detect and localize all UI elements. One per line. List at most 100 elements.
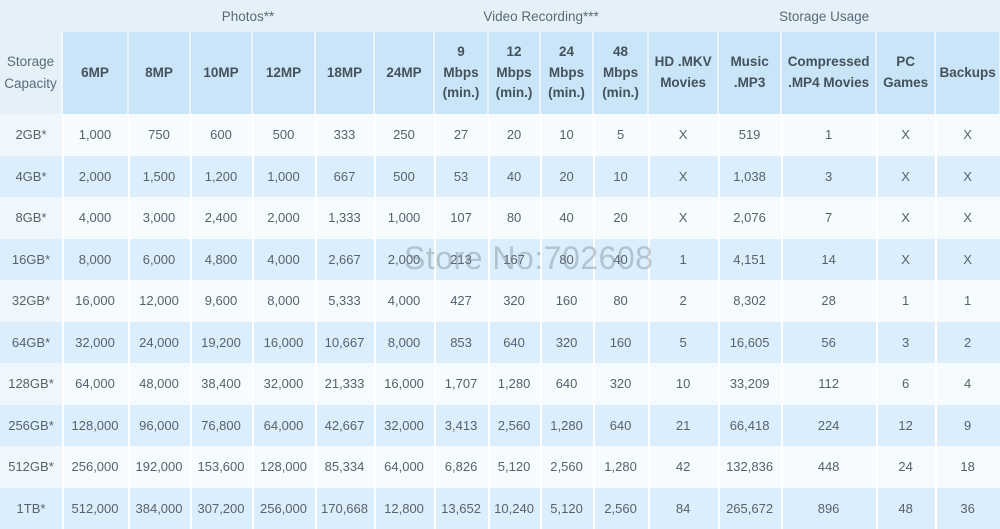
cell-12mp: 256,000 bbox=[252, 487, 315, 529]
cell-mp4: 1 bbox=[781, 114, 877, 156]
cell-backups: X bbox=[935, 114, 1000, 156]
cell-18mp: 21,333 bbox=[315, 363, 374, 405]
col-mp3-line1: Music bbox=[730, 54, 769, 70]
cell-8mp: 1,500 bbox=[128, 155, 190, 197]
table-row: 64GB* 32,000 24,000 19,200 16,000 10,667 8,000… bbox=[0, 321, 1000, 363]
cell-48mbps: 320 bbox=[593, 363, 649, 405]
cell-9mbps: 427 bbox=[434, 280, 489, 322]
cell-12mbps: 320 bbox=[488, 280, 541, 322]
table-head: Photos** Video Recording*** Storage Usag… bbox=[0, 0, 1000, 114]
cell-9mbps: 853 bbox=[434, 321, 489, 363]
group-header-blank bbox=[0, 0, 62, 32]
group-header-row: Photos** Video Recording*** Storage Usag… bbox=[0, 0, 1000, 32]
cell-pcgames: 48 bbox=[876, 487, 936, 529]
cell-24mp: 12,800 bbox=[374, 487, 435, 529]
cell-24mbps: 40 bbox=[540, 197, 594, 239]
col-12mbps-line3: (min.) bbox=[495, 85, 533, 101]
cell-mp3: 33,209 bbox=[718, 363, 782, 405]
cell-mp4: 448 bbox=[781, 446, 877, 488]
col-mkv-line2: Movies bbox=[660, 75, 706, 90]
column-header-compressed-mp4-movies: Compressed .MP4 Movies bbox=[780, 32, 878, 114]
col-24mp-line1: 24MP bbox=[386, 64, 422, 80]
cell-mp3: 2,076 bbox=[718, 197, 782, 239]
cell-24mbps: 20 bbox=[540, 155, 594, 197]
cell-mp4: 224 bbox=[781, 404, 877, 446]
cell-12mp: 2,000 bbox=[252, 197, 315, 239]
cell-10mp: 76,800 bbox=[190, 404, 252, 446]
cell-12mbps: 10,240 bbox=[488, 487, 541, 529]
cell-6mp: 16,000 bbox=[62, 280, 128, 322]
cell-48mbps: 10 bbox=[593, 155, 649, 197]
cell-18mp: 170,668 bbox=[315, 487, 374, 529]
cell-mp3: 4,151 bbox=[718, 238, 782, 280]
table-row: 16GB* 8,000 6,000 4,800 4,000 2,667 2,000 213 16… bbox=[0, 238, 1000, 280]
cell-8mp: 192,000 bbox=[128, 446, 190, 488]
cell-mp3: 8,302 bbox=[718, 280, 782, 322]
column-header-24mbps: 24 Mbps (min.) bbox=[539, 32, 595, 114]
table-body: 2GB* 1,000 750 600 500 333 250 27 20 10 5 X 519 1 X X 4G… bbox=[0, 114, 1000, 529]
cell-mp4: 896 bbox=[781, 487, 877, 529]
cell-mp3: 265,672 bbox=[718, 487, 782, 529]
cell-pcgames: X bbox=[876, 155, 936, 197]
cell-pcgames: 24 bbox=[876, 446, 936, 488]
cell-mp3: 1,038 bbox=[718, 155, 782, 197]
cell-24mbps: 10 bbox=[540, 114, 594, 156]
cell-48mbps: 2,560 bbox=[593, 487, 649, 529]
cell-8mp: 6,000 bbox=[128, 238, 190, 280]
cell-18mp: 2,667 bbox=[315, 238, 374, 280]
cell-18mp: 10,667 bbox=[315, 321, 374, 363]
column-header-12mbps: 12 Mbps (min.) bbox=[487, 32, 542, 114]
cell-backups: 4 bbox=[935, 363, 1000, 405]
table-row: 4GB* 2,000 1,500 1,200 1,000 667 500 53 40 20 10 X 1… bbox=[0, 155, 1000, 197]
cell-mkv: 5 bbox=[648, 321, 719, 363]
cell-12mp: 500 bbox=[252, 114, 315, 156]
storage-capacity-line2: Capacity bbox=[4, 76, 57, 91]
col-mp4-line2: .MP4 Movies bbox=[788, 75, 870, 90]
cell-9mbps: 13,652 bbox=[434, 487, 489, 529]
col-pcgames-line1: PC bbox=[896, 54, 915, 70]
capacity-cell: 1TB* bbox=[0, 487, 62, 529]
cell-10mp: 153,600 bbox=[190, 446, 252, 488]
col-pcgames-line2: Games bbox=[883, 75, 929, 90]
cell-6mp: 4,000 bbox=[62, 197, 128, 239]
cell-12mp: 32,000 bbox=[252, 363, 315, 405]
column-header-pc-games: PC Games bbox=[875, 32, 937, 114]
cell-mp3: 16,605 bbox=[718, 321, 782, 363]
cell-9mbps: 3,413 bbox=[434, 404, 489, 446]
col-48mbps-line3: (min.) bbox=[602, 85, 639, 101]
cell-12mbps: 640 bbox=[488, 321, 541, 363]
cell-24mp: 32,000 bbox=[374, 404, 435, 446]
cell-9mbps: 27 bbox=[434, 114, 489, 156]
col-mp4-line1: Compressed bbox=[787, 54, 870, 70]
cell-24mp: 16,000 bbox=[374, 363, 435, 405]
column-header-backups: Backups bbox=[934, 32, 1000, 114]
cell-10mp: 4,800 bbox=[190, 238, 252, 280]
column-header-9mbps: 9 Mbps (min.) bbox=[433, 32, 490, 114]
cell-9mbps: 1,707 bbox=[434, 363, 489, 405]
col-9mbps-line3: (min.) bbox=[442, 85, 480, 101]
cell-24mp: 8,000 bbox=[374, 321, 435, 363]
column-header-6mp: 6MP bbox=[61, 32, 129, 114]
cell-8mp: 3,000 bbox=[128, 197, 190, 239]
cell-24mp: 2,000 bbox=[374, 238, 435, 280]
column-header-24mp: 24MP bbox=[372, 32, 436, 114]
capacity-cell: 2GB* bbox=[0, 114, 62, 156]
col-9mbps-line2: Mbps bbox=[443, 64, 479, 80]
cell-9mbps: 213 bbox=[434, 238, 489, 280]
cell-24mbps: 1,280 bbox=[540, 404, 594, 446]
cell-pcgames: X bbox=[876, 114, 936, 156]
column-header-row: Storage Capacity 6MP 8MP 10MP 12MP 18MP bbox=[0, 32, 1000, 114]
cell-12mp: 4,000 bbox=[252, 238, 315, 280]
cell-24mbps: 80 bbox=[540, 238, 594, 280]
cell-mkv: X bbox=[648, 155, 719, 197]
cell-12mbps: 40 bbox=[488, 155, 541, 197]
cell-10mp: 2,400 bbox=[190, 197, 252, 239]
column-header-music-mp3: Music .MP3 bbox=[717, 32, 783, 114]
cell-6mp: 8,000 bbox=[62, 238, 128, 280]
col-48mbps-line2: Mbps bbox=[602, 64, 639, 80]
cell-12mp: 64,000 bbox=[252, 404, 315, 446]
cell-backups: 9 bbox=[935, 404, 1000, 446]
table-row: 128GB* 64,000 48,000 38,400 32,000 21,333 16,0… bbox=[0, 363, 1000, 405]
cell-12mbps: 5,120 bbox=[488, 446, 541, 488]
cell-12mbps: 1,280 bbox=[488, 363, 541, 405]
